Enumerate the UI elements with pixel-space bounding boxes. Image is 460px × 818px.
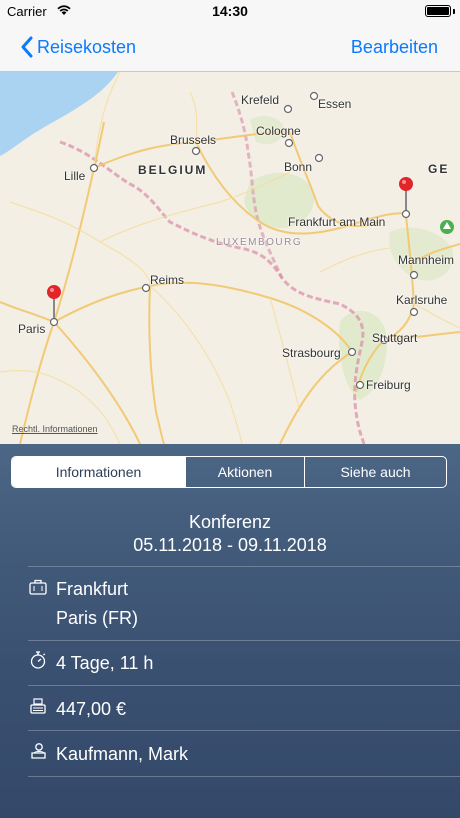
map-label-frankfurt: Frankfurt am Main bbox=[288, 215, 386, 229]
tab-siehe-auch[interactable]: Siehe auch bbox=[304, 457, 446, 487]
map-label-belgium: BELGIUM bbox=[138, 163, 208, 177]
legal-info-link[interactable]: Rechtl. Informationen bbox=[12, 424, 98, 434]
tab-informationen[interactable]: Informationen bbox=[12, 457, 185, 487]
map-pin-icon[interactable] bbox=[397, 176, 415, 210]
map-label-karlsruhe: Karlsruhe bbox=[396, 293, 448, 307]
chevron-left-icon bbox=[21, 36, 33, 58]
route-map[interactable]: Krefeld Essen Brussels Cologne Lille BEL… bbox=[0, 72, 460, 444]
map-label-brussels: Brussels bbox=[170, 133, 217, 147]
battery-tip bbox=[453, 9, 455, 14]
map-label-mannheim: Mannheim bbox=[398, 253, 455, 267]
event-dates: 05.11.2018 - 09.11.2018 bbox=[133, 535, 327, 555]
suitcase-icon bbox=[29, 579, 47, 595]
navigation-bar: Reisekosten Bearbeiten bbox=[0, 22, 460, 72]
map-label-bonn: Bonn bbox=[284, 160, 313, 174]
map-label-paris: Paris bbox=[18, 322, 46, 336]
back-button[interactable]: Reisekosten bbox=[20, 34, 136, 60]
back-button-label: Reisekosten bbox=[37, 36, 137, 57]
map-label-reims: Reims bbox=[150, 273, 185, 287]
edit-button[interactable]: Bearbeiten bbox=[351, 37, 438, 58]
map-label-germany: GE bbox=[428, 162, 450, 176]
status-bar: Carrier 14:30 bbox=[0, 0, 460, 22]
divider bbox=[28, 776, 460, 777]
map-pin-icon[interactable] bbox=[45, 284, 63, 318]
map-label-luxembourg: LUXEMBOURG bbox=[216, 237, 303, 248]
stopwatch-icon bbox=[30, 651, 46, 669]
map-label-essen: Essen bbox=[318, 97, 352, 111]
cash-register-icon bbox=[30, 698, 46, 714]
map-label-freiburg: Freiburg bbox=[366, 378, 411, 392]
battery-icon bbox=[425, 5, 451, 17]
segmented-control: Informationen Aktionen Siehe auch bbox=[11, 456, 447, 488]
map-label-krefeld: Krefeld bbox=[241, 93, 280, 107]
map-label-stuttgart: Stuttgart bbox=[372, 331, 418, 345]
tab-aktionen[interactable]: Aktionen bbox=[185, 457, 304, 487]
route-origin: Frankfurt bbox=[56, 579, 129, 599]
divider bbox=[28, 566, 460, 567]
trip-duration: 4 Tage, 11 h bbox=[56, 653, 154, 673]
divider bbox=[28, 640, 460, 641]
map-label-lille: Lille bbox=[64, 169, 86, 183]
map-label-cologne: Cologne bbox=[256, 124, 301, 138]
event-type: Konferenz bbox=[188, 512, 272, 532]
clock: 14:30 bbox=[212, 3, 248, 19]
traveler-name: Kaufmann, Mark bbox=[56, 744, 189, 764]
divider bbox=[28, 730, 460, 731]
trip-amount: 447,00 € bbox=[56, 699, 127, 719]
detail-panel: Informationen Aktionen Siehe auch Konfer… bbox=[0, 444, 460, 818]
map-label-strasbourg: Strasbourg bbox=[282, 346, 341, 360]
route-destination: Paris (FR) bbox=[56, 608, 138, 628]
person-badge-icon bbox=[31, 743, 46, 759]
divider bbox=[28, 685, 460, 686]
